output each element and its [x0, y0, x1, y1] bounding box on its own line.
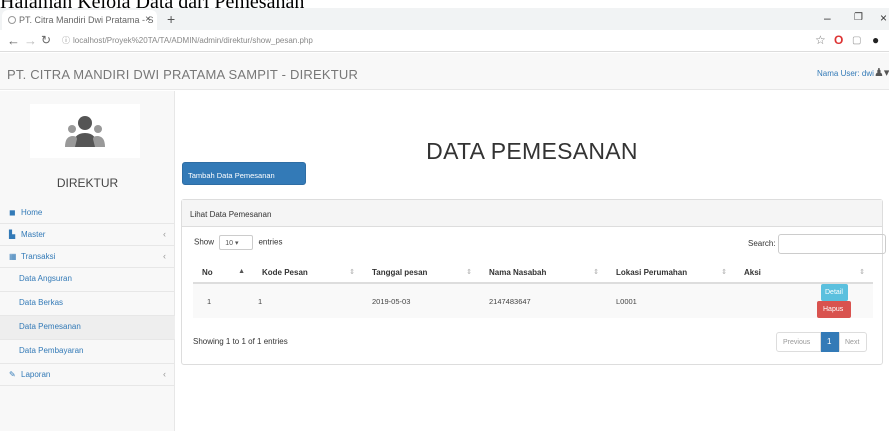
sidebar-item-data-pembayaran[interactable]: Data Pembayaran: [0, 340, 175, 364]
role-label: DIREKTUR: [56, 176, 119, 190]
table-icon: ▦: [9, 252, 17, 261]
minimize-button[interactable]: –: [824, 11, 831, 25]
maximize-button[interactable]: ❐: [854, 12, 863, 23]
reload-icon[interactable]: ↻: [41, 33, 51, 47]
caret-down-icon: ▾: [235, 240, 239, 247]
dashboard-icon: ◼: [9, 208, 16, 217]
address-bar-row: ← → ↻ ⓘ localhost/Proyek%20TA/TA/ADMIN/ad…: [0, 30, 889, 52]
bar-chart-icon: ▙: [9, 230, 16, 239]
forward-icon[interactable]: →: [24, 33, 37, 48]
page-title: DATA PEMESANAN: [426, 138, 638, 164]
cell-kode-pesan: 1: [253, 282, 363, 318]
cell-tanggal-pesan: 2019-05-03: [363, 282, 480, 318]
panel-heading: Lihat Data Pemesanan: [182, 200, 882, 227]
sidebar-item-label: Laporan: [21, 370, 51, 379]
column-header-nama-nasabah[interactable]: Nama Nasabah ⇕: [480, 262, 607, 284]
bookmark-star-icon[interactable]: ☆: [815, 33, 826, 47]
new-tab-button[interactable]: +: [167, 11, 175, 27]
sidebar-item-transaksi[interactable]: ▦ Transaksi ‹: [0, 246, 175, 268]
sort-icon: ⇕: [721, 269, 727, 276]
entries-select[interactable]: 10 ▾: [219, 235, 254, 250]
search-input[interactable]: [778, 234, 886, 254]
entries-select-value: 10: [225, 240, 234, 247]
profile-icon[interactable]: ●: [872, 33, 879, 47]
users-icon: [65, 116, 105, 147]
detail-button[interactable]: Detail: [821, 284, 848, 301]
next-page-button[interactable]: Next: [839, 332, 867, 352]
chevron-left-icon: ‹: [163, 369, 166, 379]
delete-button[interactable]: Hapus: [817, 301, 851, 318]
browser-tab-bar: PT. Citra Mandiri Dwi Pratama - S × + – …: [0, 8, 889, 30]
cell-aksi: DetailHapus: [735, 282, 873, 318]
cell-lokasi-perumahan: L0001: [607, 282, 735, 318]
window-close-button[interactable]: ×: [880, 11, 887, 25]
tab-close-icon[interactable]: ×: [145, 14, 151, 25]
sidebar-item-data-berkas[interactable]: Data Berkas: [0, 292, 175, 316]
tab-title: PT. Citra Mandiri Dwi Pratama - S: [19, 15, 154, 25]
orders-table: No ▲ Kode Pesan ⇕ Tanggal pesan ⇕ Nama Nasa…: [193, 262, 873, 318]
sidebar-item-data-pemesanan[interactable]: Data Pemesanan: [0, 316, 175, 340]
search-label: Search:: [748, 239, 776, 248]
user-dropdown-icon[interactable]: ♟▾: [874, 66, 889, 79]
brand-title[interactable]: PT. CITRA MANDIRI DWI PRATAMA SAMPIT - D…: [7, 67, 358, 82]
cell-nama-nasabah: 2147483647: [480, 282, 607, 318]
column-header-kode-pesan[interactable]: Kode Pesan ⇕: [253, 262, 363, 284]
previous-page-button[interactable]: Previous: [776, 332, 821, 352]
sidebar-item-home[interactable]: ◼ Home: [0, 202, 175, 224]
data-panel: Lihat Data Pemesanan Show 10 ▾ entries S…: [181, 199, 886, 365]
chevron-left-icon: ‹: [163, 251, 166, 261]
url-text: localhost/Proyek%20TA/TA/ADMIN/admin/dir…: [73, 36, 313, 45]
sidebar-item-label: Transaksi: [21, 252, 56, 261]
user-name-link[interactable]: Nama User: dwi: [817, 69, 874, 78]
sidebar-item-master[interactable]: ▙ Master ‹: [0, 224, 175, 246]
avatar: [30, 104, 140, 158]
column-header-no[interactable]: No ▲: [193, 262, 253, 284]
sidebar-item-label: Data Angsuran: [19, 274, 72, 283]
show-label: Show: [194, 237, 215, 247]
sidebar-item-label: Data Pembayaran: [19, 346, 84, 355]
sidebar-item-label: Data Berkas: [19, 298, 64, 307]
column-header-aksi[interactable]: Aksi ⇕: [735, 262, 873, 284]
extension-icon[interactable]: ▢: [852, 35, 861, 46]
column-header-lokasi-perumahan[interactable]: Lokasi Perumahan ⇕: [607, 262, 735, 284]
entries-label: entries: [258, 237, 283, 247]
sidebar-item-label: Master: [21, 230, 46, 239]
edit-icon: ✎: [9, 370, 16, 379]
table-row: 1 1 2019-05-03 2147483647 L0001 DetailHa…: [193, 282, 873, 318]
column-header-tanggal-pesan[interactable]: Tanggal pesan ⇕: [363, 262, 480, 284]
cell-no: 1: [193, 282, 253, 318]
add-order-button[interactable]: Tambah Data Pemesanan: [182, 162, 306, 185]
sort-icon: ⇕: [466, 269, 472, 276]
sidebar-item-laporan[interactable]: ✎ Laporan ‹: [0, 364, 175, 386]
page-1-button[interactable]: 1: [821, 332, 839, 352]
sidebar: DIREKTUR ◼ Home ▙ Master ‹ ▦ Transaksi ‹ Da…: [0, 91, 175, 431]
back-icon[interactable]: ←: [7, 33, 20, 48]
browser-tab[interactable]: PT. Citra Mandiri Dwi Pratama - S ×: [2, 10, 157, 30]
favicon-icon: [8, 16, 16, 24]
app-navbar: PT. CITRA MANDIRI DWI PRATAMA SAMPIT - D…: [0, 53, 889, 90]
opera-icon[interactable]: O: [834, 33, 843, 47]
table-info: Showing 1 to 1 of 1 entries: [193, 337, 288, 346]
sort-asc-icon: ▲: [238, 268, 245, 275]
sort-icon: ⇕: [593, 269, 599, 276]
sidebar-item-data-angsuran[interactable]: Data Angsuran: [0, 268, 175, 292]
sort-icon: ⇕: [349, 269, 355, 276]
sidebar-item-label: Home: [21, 208, 43, 217]
sidebar-item-label: Data Pemesanan: [19, 322, 81, 331]
entries-length-control: Show 10 ▾ entries: [194, 235, 283, 250]
chevron-left-icon: ‹: [163, 229, 166, 239]
info-icon: ⓘ: [62, 36, 70, 45]
url-field[interactable]: ⓘ localhost/Proyek%20TA/TA/ADMIN/admin/di…: [62, 35, 313, 46]
table-header-row: No ▲ Kode Pesan ⇕ Tanggal pesan ⇕ Nama Nasa…: [193, 262, 873, 284]
sort-icon: ⇕: [859, 269, 865, 276]
